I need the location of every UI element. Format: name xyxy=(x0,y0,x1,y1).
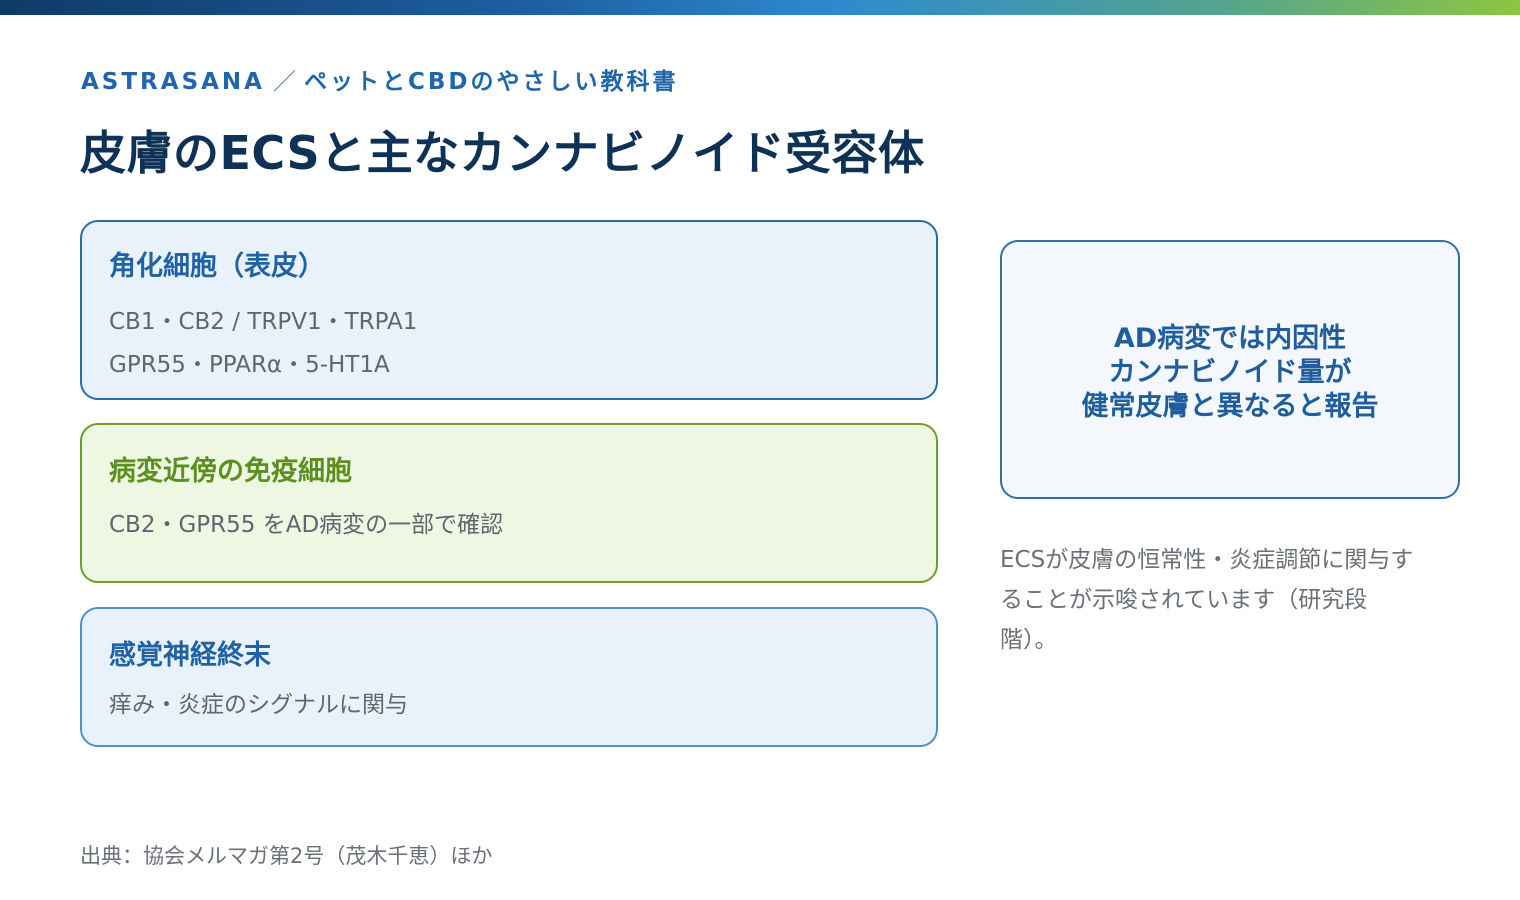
brand-name: ASTRASANA xyxy=(81,69,265,95)
eyebrow-header: ASTRASANA ／ ペットとCBDのやさしい教科書 xyxy=(81,62,679,96)
callout-line: カンナビノイド量が xyxy=(1108,357,1352,388)
card-detail-line: CB2・GPR55 をAD病変の一部で確認 xyxy=(109,512,504,538)
callout-line: 健常皮膚と異なると報告 xyxy=(1081,391,1379,422)
card-detail-line: CB1・CB2 / TRPV1・TRPA1 xyxy=(109,309,418,335)
card-sensory-nerves: 感覚神経終末 痒み・炎症のシグナルに関与 xyxy=(80,607,938,747)
source-citation: 出典：協会メルマガ第2号（茂木千恵）ほか xyxy=(80,844,493,868)
card-title: 角化細胞（表皮） xyxy=(109,251,325,282)
callout-box: AD病変では内因性 カンナビノイド量が 健常皮膚と異なると報告 xyxy=(1000,240,1460,499)
card-detail-line: 痒み・炎症のシグナルに関与 xyxy=(109,692,408,718)
callout-line: AD病変では内因性 xyxy=(1113,323,1347,354)
card-title: 病変近傍の免疫細胞 xyxy=(109,456,352,487)
series-name: ペットとCBDのやさしい教科書 xyxy=(303,69,679,95)
callout-text: AD病変では内因性 カンナビノイド量が 健常皮膚と異なると報告 xyxy=(1002,322,1458,424)
card-title: 感覚神経終末 xyxy=(109,640,271,671)
note-line: ることが示唆されています（研究段 xyxy=(1000,587,1368,613)
page-title: 皮膚のECSと主なカンナビノイド受容体 xyxy=(80,126,925,180)
side-note: ECSが皮膚の恒常性・炎症調節に関与す ることが示唆されています（研究段 階）。 xyxy=(1000,540,1455,660)
header-separator: ／ xyxy=(272,69,296,95)
card-immune-cells: 病変近傍の免疫細胞 CB2・GPR55 をAD病変の一部で確認 xyxy=(80,423,938,583)
top-accent-bar xyxy=(0,0,1520,15)
note-line: ECSが皮膚の恒常性・炎症調節に関与す xyxy=(1000,547,1414,573)
card-keratinocytes: 角化細胞（表皮） CB1・CB2 / TRPV1・TRPA1 GPR55・PPA… xyxy=(80,220,938,400)
card-detail-line: GPR55・PPARα・5-HT1A xyxy=(109,352,390,378)
note-line: 階）。 xyxy=(1000,627,1058,653)
